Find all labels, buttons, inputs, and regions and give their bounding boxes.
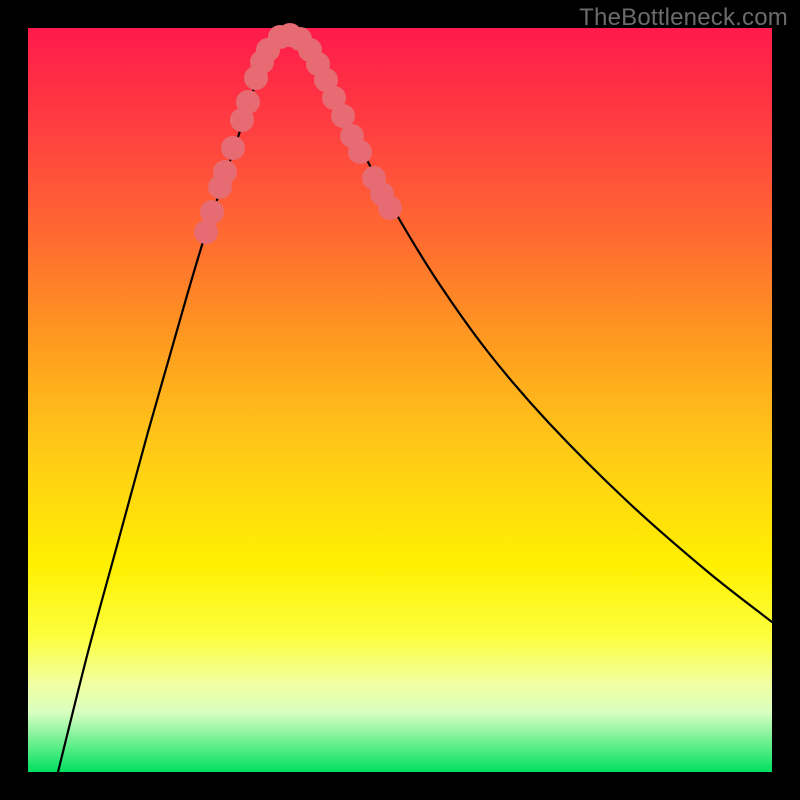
bottleneck-curve — [58, 34, 772, 772]
highlight-dot — [221, 136, 245, 160]
highlight-dot — [213, 160, 237, 184]
highlight-dot — [378, 196, 402, 220]
highlight-dot — [236, 90, 260, 114]
highlight-dot — [200, 200, 224, 224]
highlight-dot — [348, 140, 372, 164]
curve-svg — [28, 28, 772, 772]
outer-frame: TheBottleneck.com — [0, 0, 800, 800]
chart-area — [28, 28, 772, 772]
highlight-dots-group — [194, 23, 402, 244]
